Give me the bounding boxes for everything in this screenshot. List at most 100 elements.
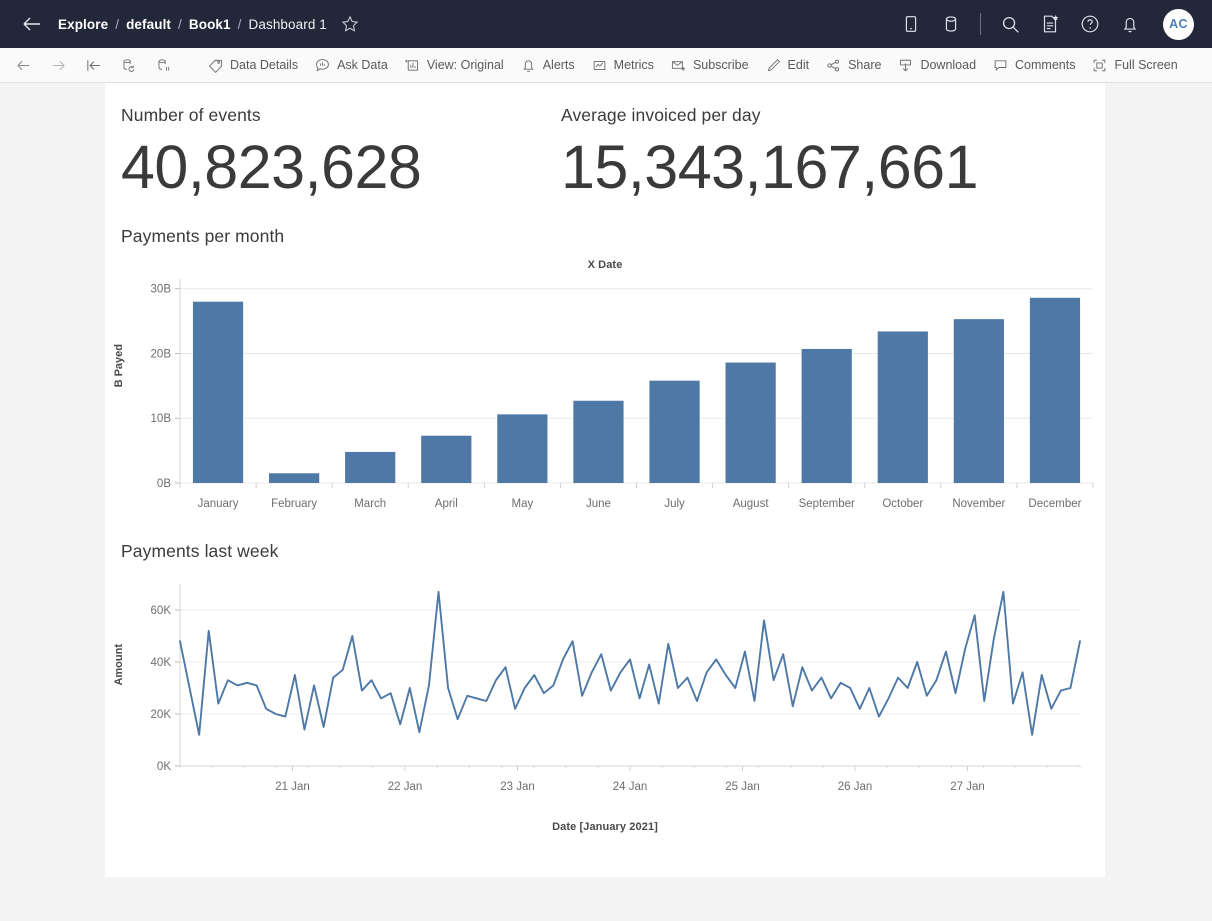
x-tick-label: 24 Jan xyxy=(613,781,648,793)
x-axis-title: Date [January 2021] xyxy=(105,821,1105,833)
y-axis-title: Amount xyxy=(113,644,125,686)
comments-button[interactable]: Comments xyxy=(984,48,1083,82)
full-screen-label: Full Screen xyxy=(1114,58,1177,72)
bar-chart[interactable]: X Date B Payed 0B10B20B30BJanuaryFebruar… xyxy=(105,259,1105,549)
line-series xyxy=(180,592,1080,735)
bar xyxy=(345,452,395,483)
y-tick-label: 60K xyxy=(151,605,172,617)
notifications-bell-icon[interactable] xyxy=(1119,13,1141,35)
y-tick-label: 20K xyxy=(151,709,172,721)
alerts-label: Alerts xyxy=(543,58,575,72)
view-original-label: View: Original xyxy=(427,58,504,72)
y-axis-title: B Payed xyxy=(113,344,125,387)
x-tick-label: 26 Jan xyxy=(838,781,873,793)
search-icon[interactable] xyxy=(999,13,1021,35)
download-button[interactable]: Download xyxy=(889,48,984,82)
bar xyxy=(1030,298,1080,483)
envelope-plus-icon xyxy=(670,57,687,74)
comment-icon xyxy=(992,57,1009,74)
arrow-right-icon xyxy=(50,57,67,74)
breadcrumb-separator: / xyxy=(178,17,182,32)
x-tick-label: December xyxy=(1028,498,1081,510)
x-tick-label: June xyxy=(586,498,611,510)
kpi-value: 15,343,167,661 xyxy=(561,132,978,204)
download-label: Download xyxy=(920,58,976,72)
breadcrumb-item-explore[interactable]: Explore xyxy=(58,17,108,32)
kpi-number-of-events[interactable]: Number of events 40,823,628 xyxy=(105,105,545,204)
kpi-value: 40,823,628 xyxy=(121,132,545,204)
bar xyxy=(193,302,243,483)
new-content-icon[interactable] xyxy=(1039,13,1061,35)
revert-all-button[interactable] xyxy=(76,48,111,82)
x-tick-label: January xyxy=(198,498,239,510)
x-tick-label: March xyxy=(354,498,386,510)
subscribe-button[interactable]: Subscribe xyxy=(662,48,757,82)
panel-payments-last-week: Payments last week Amount 0K20K40K60K21 … xyxy=(105,541,1105,866)
subscribe-label: Subscribe xyxy=(693,58,749,72)
bar xyxy=(573,401,623,483)
data-details-label: Data Details xyxy=(230,58,298,72)
full-screen-button[interactable]: Full Screen xyxy=(1083,48,1185,82)
x-tick-label: November xyxy=(952,498,1005,510)
tag-icon xyxy=(207,57,224,74)
kpi-average-invoiced-per-day[interactable]: Average invoiced per day 15,343,167,661 xyxy=(545,105,978,204)
panel-title: Payments per month xyxy=(105,226,1105,247)
top-navigation-bar: Explore / default / Book1 / Dashboard 1 xyxy=(0,0,1212,48)
x-tick-label: September xyxy=(799,498,855,510)
x-tick-label: 21 Jan xyxy=(275,781,310,793)
x-tick-label: 23 Jan xyxy=(500,781,535,793)
help-icon[interactable] xyxy=(1079,13,1101,35)
breadcrumb-item-default[interactable]: default xyxy=(126,17,171,32)
metrics-button[interactable]: Metrics xyxy=(583,48,662,82)
x-tick-label: 27 Jan xyxy=(950,781,985,793)
share-button[interactable]: Share xyxy=(817,48,889,82)
x-tick-label: 25 Jan xyxy=(725,781,760,793)
y-tick-label: 30B xyxy=(151,284,172,296)
bell-icon xyxy=(520,57,537,74)
star-icon[interactable] xyxy=(340,14,360,34)
dashboard-canvas: Number of events 40,823,628 Average invo… xyxy=(0,83,1212,921)
kpi-title: Average invoiced per day xyxy=(561,105,978,126)
x-tick-label: 22 Jan xyxy=(388,781,423,793)
column-header-x-date: X Date xyxy=(105,259,1105,271)
panel-payments-per-month: Payments per month X Date B Payed 0B10B2… xyxy=(105,226,1105,549)
y-tick-label: 40K xyxy=(151,657,172,669)
line-chart[interactable]: Amount 0K 20K 40K 60K 21 Jan 22 Jan 23 Jan 24 J… xyxy=(105,576,1105,866)
pencil-icon xyxy=(765,57,782,74)
x-tick-label: May xyxy=(512,498,534,510)
data-details-button[interactable]: Data Details xyxy=(199,48,306,82)
revert-icon xyxy=(85,57,102,74)
fullscreen-icon xyxy=(1091,57,1108,74)
metrics-label: Metrics xyxy=(614,58,654,72)
bar xyxy=(649,381,699,483)
y-tick-label: 0B xyxy=(157,478,171,490)
edit-button[interactable]: Edit xyxy=(757,48,818,82)
refresh-data-button[interactable] xyxy=(111,48,146,82)
breadcrumb-item-book1[interactable]: Book1 xyxy=(189,17,231,32)
x-tick-label: February xyxy=(271,498,317,510)
x-tick-label: July xyxy=(664,498,685,510)
x-tick-label: April xyxy=(435,498,458,510)
avatar[interactable]: AC xyxy=(1163,9,1194,40)
nav-back-button[interactable] xyxy=(6,48,41,82)
breadcrumb-separator: / xyxy=(115,17,119,32)
nav-forward-button[interactable] xyxy=(41,48,76,82)
line-chart-plot: 0K 20K 40K 60K 21 Jan 22 Jan 23 Jan 24 Jan 25 Ja… xyxy=(105,576,1105,811)
database-pause-icon xyxy=(155,57,172,74)
kpi-row: Number of events 40,823,628 Average invo… xyxy=(105,83,1105,204)
ask-data-label: Ask Data xyxy=(337,58,388,72)
alerts-button[interactable]: Alerts xyxy=(512,48,583,82)
database-icon[interactable] xyxy=(940,13,962,35)
dashboard-container: Number of events 40,823,628 Average invo… xyxy=(105,83,1105,877)
breadcrumb-item-dashboard1[interactable]: Dashboard 1 xyxy=(249,17,327,32)
back-arrow-icon[interactable] xyxy=(20,12,44,36)
y-tick-label: 0K xyxy=(157,761,171,773)
view-original-button[interactable]: View: Original xyxy=(396,48,512,82)
mobile-device-icon[interactable] xyxy=(900,13,922,35)
divider xyxy=(980,13,981,35)
bar xyxy=(421,436,471,483)
bar xyxy=(878,331,928,483)
ask-data-button[interactable]: Ask Data xyxy=(306,48,396,82)
pause-updates-button[interactable] xyxy=(146,48,181,82)
x-tick-label: August xyxy=(733,498,770,510)
